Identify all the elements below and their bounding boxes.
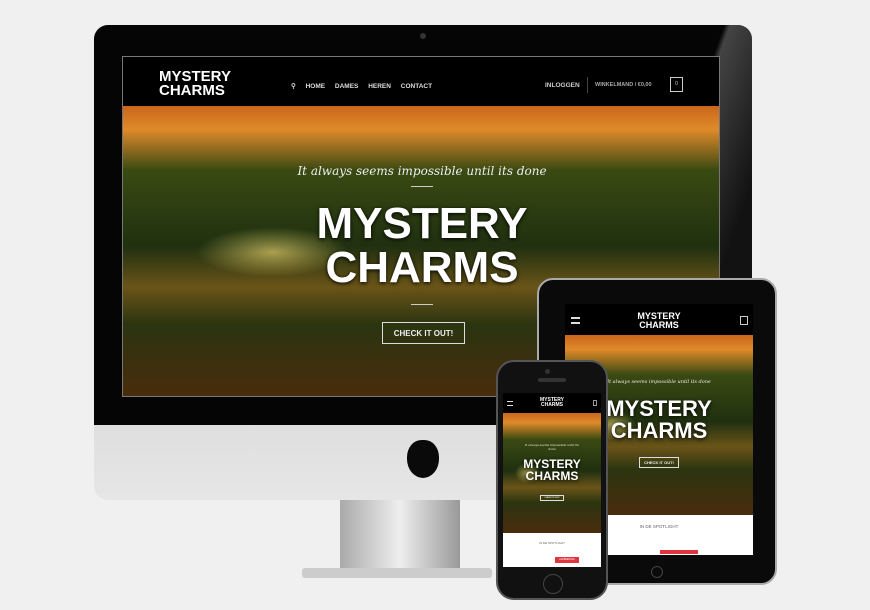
logo-line: CHARMS [639, 319, 679, 330]
login-link[interactable]: INLOGGEN [545, 82, 580, 89]
site-logo[interactable]: MYSTERY CHARMS [159, 69, 231, 100]
sale-badge: AANBIEDING [555, 557, 579, 563]
site-header: MYSTERY CHARMS ⚲ HOME DAMES HEREN CONTACT… [123, 57, 719, 106]
home-button [543, 574, 563, 594]
hero-title: MYSTERY CHARMS [123, 199, 719, 290]
cart-icon[interactable] [593, 400, 597, 406]
nav-heren[interactable]: HEREN [368, 83, 391, 90]
cart-icon[interactable] [740, 316, 748, 325]
check-it-out-button[interactable]: CHECK IT OUT! [382, 322, 465, 344]
home-button [651, 566, 663, 578]
site-logo[interactable]: MYSTERY CHARMS [565, 312, 753, 329]
cart-icon[interactable]: 0 [670, 77, 683, 92]
nav-dames[interactable]: DAMES [335, 83, 358, 90]
site-logo[interactable]: MYSTERY CHARMS [503, 398, 601, 408]
hero-title-line: MYSTERY [316, 199, 528, 248]
hero-tagline: It always seems impossible until its don… [297, 164, 547, 178]
hero-title-line: CHARMS [525, 469, 579, 483]
nav-contact[interactable]: CONTACT [401, 83, 432, 90]
hero-title: MYSTERY CHARMS [503, 458, 601, 482]
main-nav: ⚲ HOME DAMES HEREN CONTACT [291, 82, 440, 90]
monitor-stand [340, 500, 460, 570]
hero-tagline: It always seems impossible until its don… [525, 443, 579, 451]
search-icon[interactable]: ⚲ [291, 83, 296, 90]
apple-logo-icon [407, 440, 439, 478]
logo-line: CHARMS [159, 82, 225, 100]
check-it-out-button[interactable]: CHECK IT OUT! [540, 495, 564, 501]
nav-home[interactable]: HOME [306, 83, 326, 90]
phone-screen: MYSTERY CHARMS It always seems impossible… [503, 393, 601, 567]
camera-icon [420, 33, 426, 39]
logo-line: CHARMS [541, 401, 563, 408]
check-it-out-button[interactable]: CHECK IT OUT! [639, 457, 679, 468]
cart-link[interactable]: WINKELMAND / €0,00 [595, 82, 652, 88]
spotlight-heading: IN DE SPOTLIGHT [539, 541, 565, 545]
